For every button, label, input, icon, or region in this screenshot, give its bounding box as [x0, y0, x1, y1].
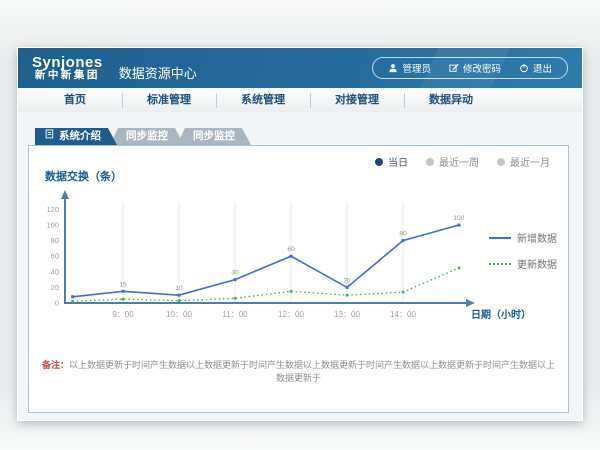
user-account-button[interactable]: 管理员 [379, 61, 440, 75]
tab-bar: 系统介绍 同步监控 同步监控 [35, 128, 244, 145]
user-account-label: 管理员 [402, 61, 431, 75]
y-tick-label: 100 [46, 221, 59, 230]
nav-item-data-change[interactable]: 数据异动 [404, 89, 498, 112]
app-window: Synjones 新中新集团 数据资源中心 管理员 修改密码 退出 首页 标准管… [18, 48, 582, 420]
y-tick-label: 40 [51, 267, 59, 276]
logout-button[interactable]: 退出 [510, 61, 561, 75]
point-value-label: 80 [399, 231, 407, 238]
tab-label: 系统介绍 [59, 128, 101, 145]
legend-item-new-data: 新增数据 [489, 230, 557, 245]
solid-line-icon [489, 237, 511, 239]
y-axis-arrow-icon [61, 190, 69, 199]
data-point [458, 224, 461, 227]
point-value-label: 30 [231, 270, 239, 277]
radio-dot-icon [497, 158, 505, 166]
company-logo: Synjones 新中新集团 [32, 55, 103, 82]
data-point [122, 290, 125, 293]
data-point [346, 286, 349, 289]
point-value-label: 20 [343, 277, 351, 284]
content-area: 系统介绍 同步监控 同步监控 当日 最近一周 [18, 112, 582, 420]
tab-label: 同步监控 [126, 128, 168, 145]
legend-label: 新增数据 [517, 230, 557, 245]
y-tick-label: 0 [55, 299, 59, 308]
dotted-line-icon [489, 263, 511, 265]
data-point [234, 297, 237, 300]
point-value-label: 15 [119, 281, 127, 288]
data-point [290, 290, 293, 293]
tab-sync-monitor-2[interactable]: 同步监控 [177, 128, 251, 145]
footnote-text: 以上数据更新于时间产生数据以上数据更新于时间产生数据以上数据更新于时间产生数据以… [69, 360, 555, 383]
radio-last-month[interactable]: 最近一月 [497, 154, 550, 169]
legend-label: 更新数据 [517, 256, 557, 271]
point-value-label: 10 [175, 285, 183, 292]
radio-label: 最近一月 [510, 154, 550, 169]
power-icon [519, 63, 529, 73]
user-menu: 管理员 修改密码 退出 [372, 57, 568, 79]
tab-system-intro[interactable]: 系统介绍 [35, 128, 117, 145]
x-tick-label: 13：00 [334, 310, 360, 319]
chart-legend: 新增数据 更新数据 [489, 230, 557, 282]
footnote-prefix: 备注： [42, 360, 69, 370]
logo-primary-text: Synjones [32, 55, 103, 71]
data-point [71, 295, 74, 298]
change-password-button[interactable]: 修改密码 [440, 61, 510, 75]
nav-item-interface-mgmt[interactable]: 对接管理 [310, 89, 404, 112]
x-tick-label: 10：00 [166, 310, 192, 319]
data-point [458, 267, 461, 270]
x-tick-label: 14：00 [390, 310, 416, 319]
footnote: 备注：以上数据更新于时间产生数据以上数据更新于时间产生数据以上数据更新于时间产生… [39, 358, 558, 384]
tab-sync-monitor-1[interactable]: 同步监控 [110, 128, 184, 145]
tab-label: 同步监控 [193, 128, 235, 145]
line-chart: 0 20 40 60 80 100 120 9：00 10：00 11：00 12：00 13：00 1… [35, 158, 485, 333]
data-point [346, 294, 349, 297]
x-axis-title: 日期（小时） [471, 306, 531, 321]
series-line-1 [73, 268, 459, 302]
y-tick-label: 80 [51, 236, 59, 245]
data-point [234, 278, 237, 281]
data-point [178, 299, 181, 302]
logout-label: 退出 [533, 61, 552, 75]
data-point [71, 300, 74, 303]
point-value-label: 60 [287, 246, 295, 253]
y-tick-label: 120 [46, 205, 59, 214]
user-icon [388, 63, 398, 73]
y-tick-label: 60 [51, 252, 59, 261]
y-tick-label: 20 [51, 283, 59, 292]
data-point [402, 239, 405, 242]
x-tick-label: 9：00 [112, 310, 134, 319]
legend-item-updated-data: 更新数据 [489, 256, 557, 271]
x-tick-label: 11：00 [222, 310, 248, 319]
nav-item-standard-mgmt[interactable]: 标准管理 [122, 89, 216, 112]
data-point [178, 294, 181, 297]
logo-secondary-text: 新中新集团 [32, 70, 103, 81]
data-point [402, 291, 405, 294]
edit-icon [449, 63, 459, 73]
nav-item-system-mgmt[interactable]: 系统管理 [216, 89, 310, 112]
document-icon [45, 128, 54, 145]
top-header: Synjones 新中新集团 数据资源中心 管理员 修改密码 退出 [18, 48, 582, 88]
data-point [290, 255, 293, 258]
nav-item-home[interactable]: 首页 [28, 89, 122, 112]
data-point [122, 298, 125, 301]
change-password-label: 修改密码 [463, 61, 501, 75]
main-nav: 首页 标准管理 系统管理 对接管理 数据异动 [18, 88, 582, 113]
x-tick-label: 12：00 [278, 310, 304, 319]
page-title: 数据资源中心 [119, 63, 197, 82]
chart-panel: 当日 最近一周 最近一月 数据交换（条） 0204060801001209：00… [28, 145, 569, 413]
point-value-label: 100 [454, 215, 465, 222]
